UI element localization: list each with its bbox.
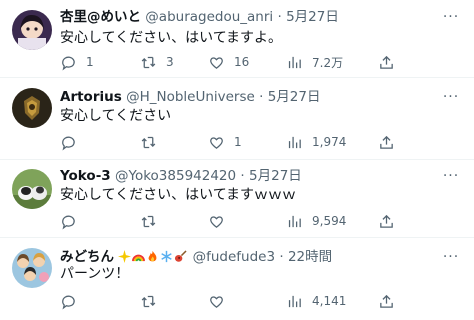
- tweet[interactable]: Artorius @H_NobleUniverse · 5月27日 ··· 安心…: [0, 78, 474, 160]
- reply-icon: [62, 295, 75, 309]
- share-icon: [380, 294, 393, 308]
- like-icon: [210, 295, 223, 308]
- more-icon[interactable]: ···: [442, 169, 460, 187]
- fire-icon: [148, 250, 157, 262]
- snowflake-icon: [161, 250, 172, 263]
- view-count: 4,141: [312, 294, 347, 308]
- tweet-text: パーンツ！: [60, 266, 130, 282]
- retweet-icon: [141, 295, 156, 307]
- sparkles-icon: [118, 250, 132, 263]
- timestamp[interactable]: 5月27日: [286, 9, 339, 25]
- tweet-header: Artorius @H_NobleUniverse · 5月27日: [60, 88, 321, 106]
- tweet-header: Yoko-3 @Yoko385942420 · 5月27日: [60, 167, 302, 185]
- views-button[interactable]: 7.2万: [286, 52, 343, 72]
- retweet-count: 3: [166, 55, 174, 69]
- avatar[interactable]: [12, 10, 52, 50]
- display-name[interactable]: 杏里@めいと: [60, 9, 141, 25]
- avatar[interactable]: [12, 169, 52, 209]
- reply-button[interactable]: [60, 132, 86, 152]
- user-handle[interactable]: @aburagedou_anri: [145, 9, 273, 25]
- like-count: 1: [234, 135, 242, 149]
- views-icon: [288, 295, 301, 307]
- like-button[interactable]: [208, 211, 234, 231]
- timestamp[interactable]: 5月27日: [268, 89, 321, 105]
- more-icon[interactable]: ···: [442, 10, 460, 28]
- share-icon: [380, 135, 393, 149]
- retweet-icon: [141, 215, 156, 227]
- like-icon: [210, 136, 223, 149]
- like-button[interactable]: [208, 291, 234, 311]
- like-button[interactable]: 16: [208, 52, 249, 72]
- views-icon: [288, 136, 301, 148]
- share-button[interactable]: [378, 132, 395, 152]
- separator-dot: ·: [279, 249, 284, 265]
- tweet-text: 安心してください、はいてますｗｗｗ: [60, 187, 297, 203]
- retweet-button[interactable]: [140, 132, 166, 152]
- views-icon: [288, 215, 301, 227]
- separator-dot: ·: [240, 168, 245, 184]
- views-button[interactable]: 4,141: [286, 291, 346, 311]
- tweet-feed: 杏里@めいと @aburagedou_anri · 5月27日 ··· 安心して…: [0, 0, 474, 320]
- display-name[interactable]: Yoko-3: [60, 168, 111, 184]
- retweet-icon: [141, 136, 156, 148]
- display-name[interactable]: Artorius: [60, 89, 122, 105]
- reply-icon: [62, 215, 75, 229]
- tweet-text: 安心してください: [60, 108, 172, 124]
- retweet-button[interactable]: [140, 211, 166, 231]
- user-handle[interactable]: @Yoko385942420: [115, 168, 236, 184]
- tweet-header: 杏里@めいと @aburagedou_anri · 5月27日: [60, 8, 339, 26]
- share-button[interactable]: [378, 211, 395, 231]
- display-name[interactable]: みどちん: [60, 249, 114, 265]
- share-icon: [380, 55, 393, 69]
- guitar-icon: [175, 250, 187, 262]
- action-bar: 4,141: [60, 291, 460, 311]
- tweet[interactable]: みどちん @fudefude3 · 22時間 ··· パーンツ！ 4,141: [0, 238, 474, 320]
- separator-dot: ·: [277, 9, 282, 25]
- view-count: 1,974: [312, 135, 347, 149]
- reply-icon: [62, 136, 75, 150]
- name-emojis: [114, 249, 193, 265]
- reply-button[interactable]: [60, 291, 86, 311]
- avatar[interactable]: [12, 248, 52, 288]
- timestamp[interactable]: 5月27日: [249, 168, 302, 184]
- reply-count: 1: [86, 55, 94, 69]
- reply-icon: [62, 56, 75, 70]
- tweet[interactable]: Yoko-3 @Yoko385942420 · 5月27日 ··· 安心してくだ…: [0, 160, 474, 238]
- user-handle[interactable]: @H_NobleUniverse: [126, 89, 255, 105]
- more-icon[interactable]: ···: [442, 90, 460, 108]
- like-button[interactable]: 1: [208, 132, 242, 152]
- retweet-icon: [141, 56, 156, 68]
- timestamp[interactable]: 22時間: [288, 249, 332, 265]
- action-bar: 9,594: [60, 211, 460, 231]
- rainbow-icon: [132, 254, 146, 262]
- view-count: 9,594: [312, 214, 347, 228]
- like-count: 16: [234, 55, 250, 69]
- avatar[interactable]: [12, 88, 52, 128]
- retweet-button[interactable]: 3: [140, 52, 174, 72]
- share-button[interactable]: [378, 291, 395, 311]
- retweet-button[interactable]: [140, 291, 166, 311]
- share-icon: [380, 214, 393, 228]
- tweet-text: 安心してください、はいてますよ。: [60, 30, 283, 46]
- tweet[interactable]: 杏里@めいと @aburagedou_anri · 5月27日 ··· 安心して…: [0, 0, 474, 78]
- share-button[interactable]: [378, 52, 395, 72]
- more-icon[interactable]: ···: [442, 250, 460, 268]
- like-icon: [210, 215, 223, 228]
- action-bar: 1 3 16 7.2万: [60, 52, 460, 72]
- user-handle[interactable]: @fudefude3: [193, 249, 275, 265]
- like-icon: [210, 56, 223, 69]
- action-bar: 1 1,974: [60, 132, 460, 152]
- views-icon: [288, 56, 301, 68]
- reply-button[interactable]: [60, 211, 86, 231]
- views-button[interactable]: 9,594: [286, 211, 346, 231]
- tweet-header: みどちん @fudefude3 · 22時間: [60, 248, 332, 266]
- views-button[interactable]: 1,974: [286, 132, 346, 152]
- reply-button[interactable]: 1: [60, 52, 94, 72]
- view-count: 7.2万: [312, 55, 344, 70]
- separator-dot: ·: [259, 89, 264, 105]
